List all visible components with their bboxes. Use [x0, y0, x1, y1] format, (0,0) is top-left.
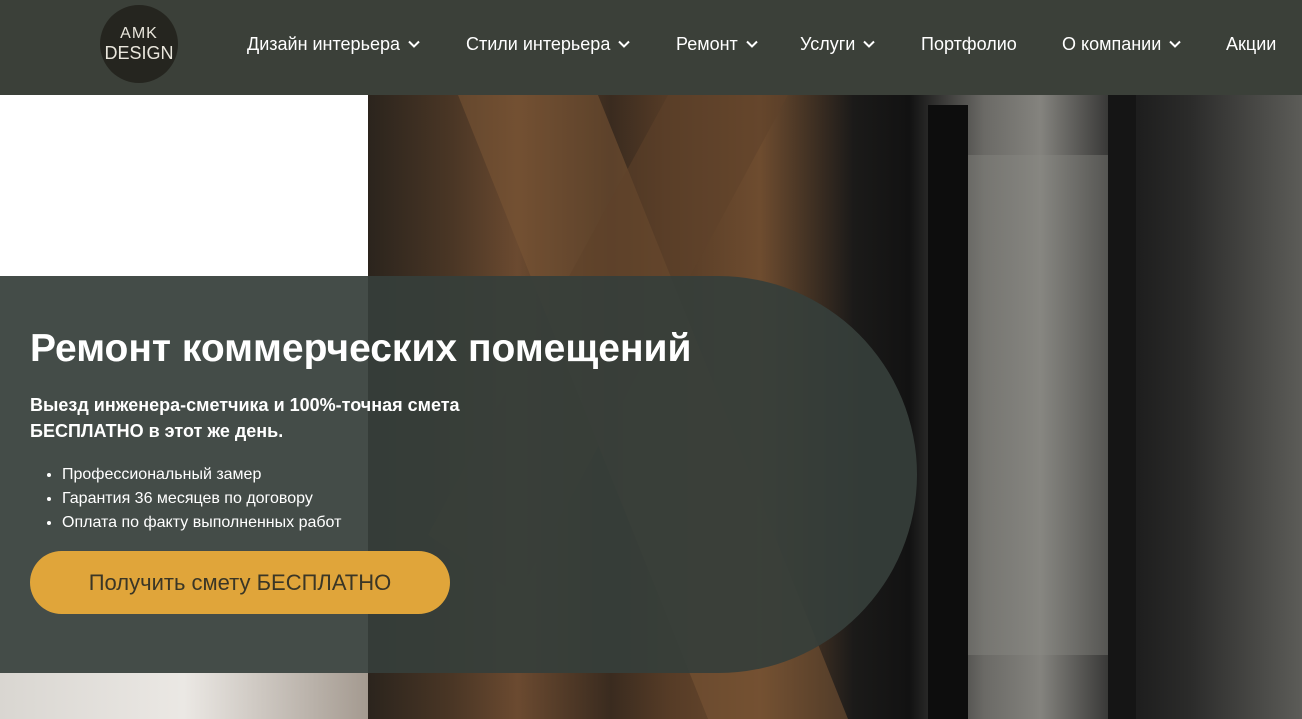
- main-nav: Дизайн интерьера Стили интерьера Ремонт …: [0, 0, 1302, 90]
- hero-subtitle: Выезд инженера-сметчика и 100%-точная см…: [30, 392, 550, 444]
- nav-item-label: Дизайн интерьера: [247, 33, 400, 54]
- hero-title: Ремонт коммерческих помещений: [30, 327, 692, 370]
- list-item: Гарантия 36 месяцев по договору: [62, 487, 341, 511]
- nav-item-promotions[interactable]: Акции: [1226, 32, 1276, 56]
- list-item: Оплата по факту выполненных работ: [62, 511, 341, 535]
- hero-section: Ремонт коммерческих помещений Выезд инже…: [0, 95, 1302, 719]
- get-estimate-button[interactable]: Получить смету БЕСПЛАТНО: [30, 551, 450, 614]
- nav-item-label: О компании: [1062, 33, 1162, 54]
- list-item: Профессиональный замер: [62, 463, 341, 487]
- nav-item-portfolio[interactable]: Портфолио: [921, 32, 1017, 56]
- nav-item-label: Стили интерьера: [466, 33, 611, 54]
- chevron-down-icon: [617, 37, 631, 51]
- nav-item-interior-styles[interactable]: Стили интерьера: [466, 32, 631, 56]
- nav-item-about[interactable]: О компании: [1062, 32, 1182, 56]
- chevron-down-icon: [1168, 37, 1182, 51]
- chevron-down-icon: [745, 37, 759, 51]
- nav-item-label: Ремонт: [676, 33, 738, 54]
- nav-item-renovation[interactable]: Ремонт: [676, 32, 759, 56]
- site-header: AMK DESIGN Дизайн интерьера Стили интерь…: [0, 0, 1302, 95]
- nav-item-label: Портфолио: [921, 33, 1017, 54]
- nav-item-label: Услуги: [800, 33, 856, 54]
- chevron-down-icon: [862, 37, 876, 51]
- hero-photo-bottom-strip: [0, 673, 368, 719]
- nav-item-services[interactable]: Услуги: [800, 32, 876, 56]
- hero-benefits-list: Профессиональный замер Гарантия 36 месяц…: [30, 463, 341, 535]
- chevron-down-icon: [407, 37, 421, 51]
- hero-subtitle-line-1: Выезд инженера-сметчика и 100%-точная см…: [30, 395, 460, 415]
- hero-subtitle-line-2: БЕСПЛАТНО в этот же день.: [30, 421, 284, 441]
- nav-item-label: Акции: [1226, 33, 1277, 54]
- nav-item-interior-design[interactable]: Дизайн интерьера: [247, 32, 421, 56]
